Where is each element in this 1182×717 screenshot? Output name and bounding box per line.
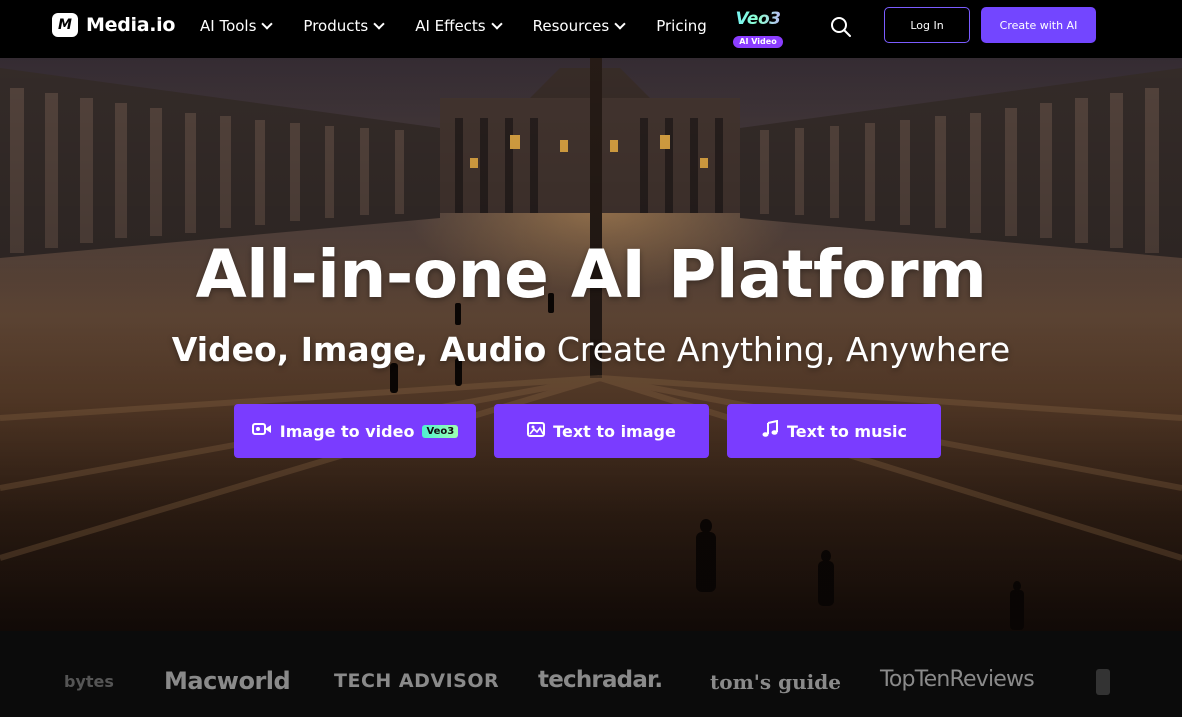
text-to-image-label: Text to image <box>553 421 676 441</box>
press-logo-techradar: techradar. <box>538 667 663 693</box>
menu-pricing[interactable]: Pricing <box>656 17 707 35</box>
veo3-promo-link[interactable]: Veo3 AI Video <box>728 9 788 48</box>
menu-ai-effects[interactable]: AI Effects <box>415 17 503 35</box>
hero-headline: All-in-one AI Platform <box>195 236 987 313</box>
press-logo-partial <box>1096 669 1110 695</box>
veo3-title: Veo3 <box>728 9 788 29</box>
press-logo-toptenreviews: TopTenReviews <box>880 667 1035 692</box>
subheadline-rest: Create Anything, Anywhere <box>546 330 1011 369</box>
text-to-music-label: Text to music <box>787 421 907 441</box>
video-camera-icon <box>251 421 272 441</box>
press-logo-bytes: bytes <box>64 672 114 691</box>
veo3-badge: Veo3 <box>422 424 459 438</box>
hero-subheadline: Video, Image, Audio Create Anything, Any… <box>0 330 1182 369</box>
menu-ai-tools-label: AI Tools <box>200 17 257 35</box>
logo-text: Media.io <box>86 14 176 36</box>
text-to-image-button[interactable]: Text to image <box>494 404 709 458</box>
search-icon[interactable] <box>830 16 852 38</box>
menu-resources[interactable]: Resources <box>532 17 626 35</box>
ai-video-badge: AI Video <box>733 36 783 48</box>
menu-products[interactable]: Products <box>303 17 385 35</box>
menu-ai-effects-label: AI Effects <box>415 17 486 35</box>
logo-mark-icon: M <box>52 13 78 37</box>
subheadline-bold: Video, Image, Audio <box>171 330 547 369</box>
menu-pricing-label: Pricing <box>656 17 707 35</box>
chevron-down-icon <box>261 18 274 30</box>
press-logo-toms-guide: tom's guide <box>710 670 841 694</box>
image-to-video-button[interactable]: Image to video Veo3 <box>234 404 476 458</box>
press-logo-tech-advisor: TECH ADVISOR <box>334 670 500 692</box>
chevron-down-icon <box>614 18 626 30</box>
press-logo-macworld: Macworld <box>164 667 291 695</box>
top-navigation: M Media.io AI Tools Products AI Effects … <box>0 0 1182 58</box>
create-with-ai-button[interactable]: Create with AI <box>981 7 1096 43</box>
menu-ai-tools[interactable]: AI Tools <box>200 17 274 35</box>
main-menu: AI Tools Products AI Effects Resources P… <box>200 0 707 52</box>
image-icon <box>527 421 546 441</box>
hero-section: All-in-one AI Platform Video, Image, Aud… <box>0 58 1182 631</box>
music-note-icon <box>761 419 779 442</box>
menu-products-label: Products <box>303 17 369 35</box>
media-io-logo[interactable]: M Media.io <box>52 13 175 37</box>
text-to-music-button[interactable]: Text to music <box>727 404 941 458</box>
menu-resources-label: Resources <box>532 17 610 35</box>
press-logos-strip: bytes Macworld TECH ADVISOR techradar. t… <box>0 631 1182 717</box>
login-button[interactable]: Log In <box>884 7 970 43</box>
chevron-down-icon <box>373 18 385 30</box>
chevron-down-icon <box>490 18 503 30</box>
image-to-video-label: Image to video <box>279 421 415 441</box>
